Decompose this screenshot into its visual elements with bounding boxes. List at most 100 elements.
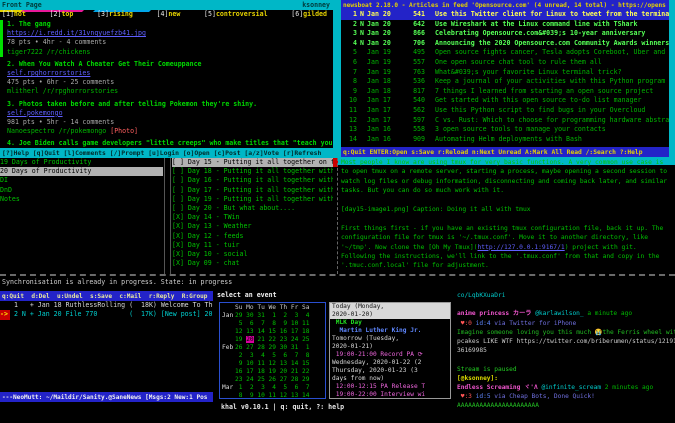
tweet-handle[interactable]: @karlawilson_ xyxy=(535,310,583,317)
pane-newsboat[interactable]: newsboat 2.18.0 - Articles in feed 'Open… xyxy=(341,0,669,157)
todo-item[interactable]: [ ] Day 15 - Putting it all together on … xyxy=(172,158,333,168)
stream-input-prompt[interactable]: [@ksonney]: xyxy=(457,374,675,383)
reddit-post[interactable]: 3. Photos taken before and after telling… xyxy=(0,100,333,137)
article-row[interactable]: 9 Jan 18 817 7 things I learned from sta… xyxy=(341,87,669,97)
article-row[interactable]: 8 Jan 18 536 Keep a journal of your acti… xyxy=(341,77,669,87)
article-text-line: watch log files or debug information, di… xyxy=(341,177,668,185)
todo-checkbox[interactable]: [X] xyxy=(172,213,184,221)
todo-list-item[interactable]: 19 Days of Productivity xyxy=(0,158,163,167)
todo-checkbox[interactable]: [ ] xyxy=(172,167,184,175)
calendar-event-row[interactable]: 19:00-21:00 Record PA ⟳ xyxy=(330,351,450,359)
todo-item[interactable]: [X] Day 12 - feeds xyxy=(172,232,333,241)
todo-item[interactable]: [ ] Day 18 - Putting it all together wit… xyxy=(172,167,333,176)
post-link[interactable]: https://i.redd.it/31vnqyuefzb41.jpg xyxy=(7,29,333,38)
todo-item[interactable]: [X] Day 13 - Weather xyxy=(172,222,333,231)
todo-item[interactable]: [X] Day 10 - social xyxy=(172,250,333,259)
article-row[interactable]: 14 Jan 16 909 Automating Helm deployment… xyxy=(341,135,669,145)
pane-divider-vertical xyxy=(337,158,339,274)
calendar-today-cell[interactable]: 20 xyxy=(246,336,254,343)
todo-item[interactable]: [ ] Day 19 - Putting it all together wit… xyxy=(172,195,333,204)
post-title: 2. When You Watch A Cheater Get Their Co… xyxy=(7,59,202,68)
todo-item[interactable]: [ ] Day 17 - Putting it all together wit… xyxy=(172,186,333,195)
neomutt-helpbar: q:Quit d:Del u:Undel s:Save c:Mail r:Rep… xyxy=(0,291,213,301)
calendar-event-row[interactable]: Wednesday, 2020-01-22 (2 xyxy=(330,359,450,367)
rtv-sort-tab[interactable]: [5]controversial xyxy=(204,10,268,19)
reddit-post[interactable]: 4. Joe Biden calls game developers "litt… xyxy=(0,139,333,148)
article-text-line: to open tmux on a remote server, startin… xyxy=(341,168,668,176)
todo-checkbox[interactable]: [ ] xyxy=(172,195,184,203)
article-unread-flag: N xyxy=(360,29,364,38)
todo-item-label: Day 09 - chat xyxy=(187,259,240,268)
reddit-post[interactable]: 1. The gang https://i.redd.it/31vnqyuefz… xyxy=(0,20,333,57)
todo-list-item[interactable]: Notes xyxy=(0,195,163,204)
calendar-event-row[interactable]: 2020-01-21) xyxy=(330,343,450,351)
mail-row[interactable]: -> 2 N + Jan 20 File 770 ( 17K) [New pos… xyxy=(0,310,213,320)
todo-item-label: Day 14 - TWin xyxy=(187,213,240,222)
rtv-sort-tab[interactable]: [3]rising xyxy=(97,10,133,19)
article-row[interactable]: 2 N Jan 20 642 Use Wireshark at the Linu… xyxy=(341,20,669,30)
post-link[interactable]: self.pokemongo xyxy=(7,109,333,118)
calendar-event-row[interactable]: 12:00-12:15 PA Release T xyxy=(330,383,450,391)
article-date: Jan 16 xyxy=(367,125,391,134)
article-row[interactable]: 13 Jan 16 558 3 open source tools to man… xyxy=(341,125,669,135)
todo-checkbox[interactable]: [X] xyxy=(172,222,184,230)
calendar-event-row[interactable]: 19:00-22:00 Interview wi xyxy=(330,391,450,398)
article-row[interactable]: 11 Jan 17 562 Use this Python script to … xyxy=(341,106,669,116)
article-row[interactable]: 4 N Jan 20 706 Announcing the 2020 Opens… xyxy=(341,39,669,49)
calendar-event-row[interactable]: Today (Monday, xyxy=(330,303,450,311)
tweet-url-continuation[interactable]: co/LqbKXuaDri xyxy=(457,291,675,300)
khal-prompt: select an event xyxy=(217,291,277,299)
rtv-sort-tab[interactable]: [6]gilded xyxy=(291,10,327,19)
todo-checkbox[interactable]: [ ] xyxy=(172,176,184,184)
todo-list-item[interactable]: DI xyxy=(0,176,163,185)
calendar-event-row[interactable]: 2020-01-20) xyxy=(330,311,450,319)
todo-list-item[interactable]: DnD xyxy=(0,186,163,195)
todo-item[interactable]: [X] Day 14 - TWin xyxy=(172,213,333,222)
todo-list-item[interactable]: 20 Days of Productivity xyxy=(0,167,163,177)
article-row[interactable]: 3 N Jan 20 866 Celebrating Opensource.co… xyxy=(341,29,669,39)
pane-rtv-reddit[interactable]: Front Page ksonney [1]hot [2]top [3]risi… xyxy=(0,0,333,158)
rtv-sort-tab[interactable]: [1]hot xyxy=(2,10,26,19)
article-hyperlink[interactable]: http://127.0.0.1:9167/1 xyxy=(477,244,564,251)
todo-checkbox[interactable]: [X] xyxy=(172,250,184,258)
mail-row[interactable]: 1 + Jan 18 RuthlessRolling ( 18K) Welcom… xyxy=(0,301,213,310)
todo-checkbox[interactable]: [X] xyxy=(172,232,184,240)
calendar-event-row[interactable]: Martin Luther King Jr. xyxy=(330,327,450,335)
article-row[interactable]: 5 Jan 19 495 Open source fights cancer, … xyxy=(341,48,669,58)
newsboat-article-list: 1 N Jan 20 541 Use this Twitter client f… xyxy=(341,10,669,146)
article-row[interactable]: 6 Jan 19 557 One open source chat tool t… xyxy=(341,58,669,68)
event-list[interactable]: Today (Monday, 2020-01-20) MLK Day Marti… xyxy=(329,302,451,399)
todo-item[interactable]: [X] Day 11 - tuir xyxy=(172,241,333,250)
post-meta: 981 pts • 5hr - 14 comments xyxy=(7,118,115,127)
todo-checkbox[interactable]: [X] xyxy=(172,259,184,267)
todo-checkbox[interactable]: [ ] xyxy=(172,186,184,194)
post-link[interactable]: self.rpghorrorstories xyxy=(7,69,333,78)
calendar-grid[interactable]: Su Mo Tu We Th Fr Sa Jan 29 30 31 1 2 3 4… xyxy=(219,302,326,399)
todo-checkbox[interactable]: [X] xyxy=(172,241,184,249)
calendar-event-row[interactable]: MLK Day xyxy=(330,319,450,327)
todo-item[interactable]: [ ] Day 20 - But what about.... xyxy=(172,204,333,213)
calendar-week-row: 23 24 25 26 27 28 29 xyxy=(235,376,310,383)
todo-item[interactable]: [X] Day 09 - chat xyxy=(172,259,333,268)
article-row[interactable]: 7 Jan 19 763 What&#039;s your favorite L… xyxy=(341,68,669,78)
article-row[interactable]: 12 Jan 17 597 C vs. Rust: Which to choos… xyxy=(341,116,669,126)
tweet-handle[interactable]: @infinite_scream xyxy=(541,384,601,391)
pane-neomutt[interactable]: q:Quit d:Del u:Undel s:Save c:Mail r:Rep… xyxy=(0,291,213,412)
todo-item-label: Day 11 - tuir xyxy=(187,240,240,249)
todo-item[interactable]: [ ] Day 16 - Putting it all together wit… xyxy=(172,176,333,185)
todo-checkbox[interactable]: [ ] xyxy=(172,158,184,166)
pane-twitter-stream[interactable]: co/LqbKXuaDri anime princess カーラ @karlaw… xyxy=(457,291,675,411)
rtv-sort-tab[interactable]: [2]top xyxy=(50,10,74,19)
pane-article-text[interactable]: Most people I know are using tmux for ve… xyxy=(341,158,675,274)
pane-khal-calendar[interactable]: select an event Su Mo Tu We Th Fr Sa Jan… xyxy=(215,291,455,412)
calendar-event-row[interactable]: Thursday, 2020-01-23 (3 xyxy=(330,367,450,375)
article-text-line: tasks. But you can do so much work with … xyxy=(341,187,505,195)
todo-checkbox[interactable]: [ ] xyxy=(172,204,184,212)
rtv-sort-tab[interactable]: [4]new xyxy=(157,10,181,19)
reddit-post[interactable]: 2. When You Watch A Cheater Get Their Co… xyxy=(0,60,333,97)
article-row[interactable]: 10 Jan 17 540 Get started with this open… xyxy=(341,96,669,106)
pane-todo[interactable]: 19 Days of Productivity 20 Days of Produ… xyxy=(0,158,333,274)
article-row[interactable]: 1 N Jan 20 541 Use this Twitter client f… xyxy=(341,10,669,20)
calendar-event-row[interactable]: Tomorrow (Tuesday, xyxy=(330,335,450,343)
calendar-event-row[interactable]: days from now) xyxy=(330,375,450,383)
